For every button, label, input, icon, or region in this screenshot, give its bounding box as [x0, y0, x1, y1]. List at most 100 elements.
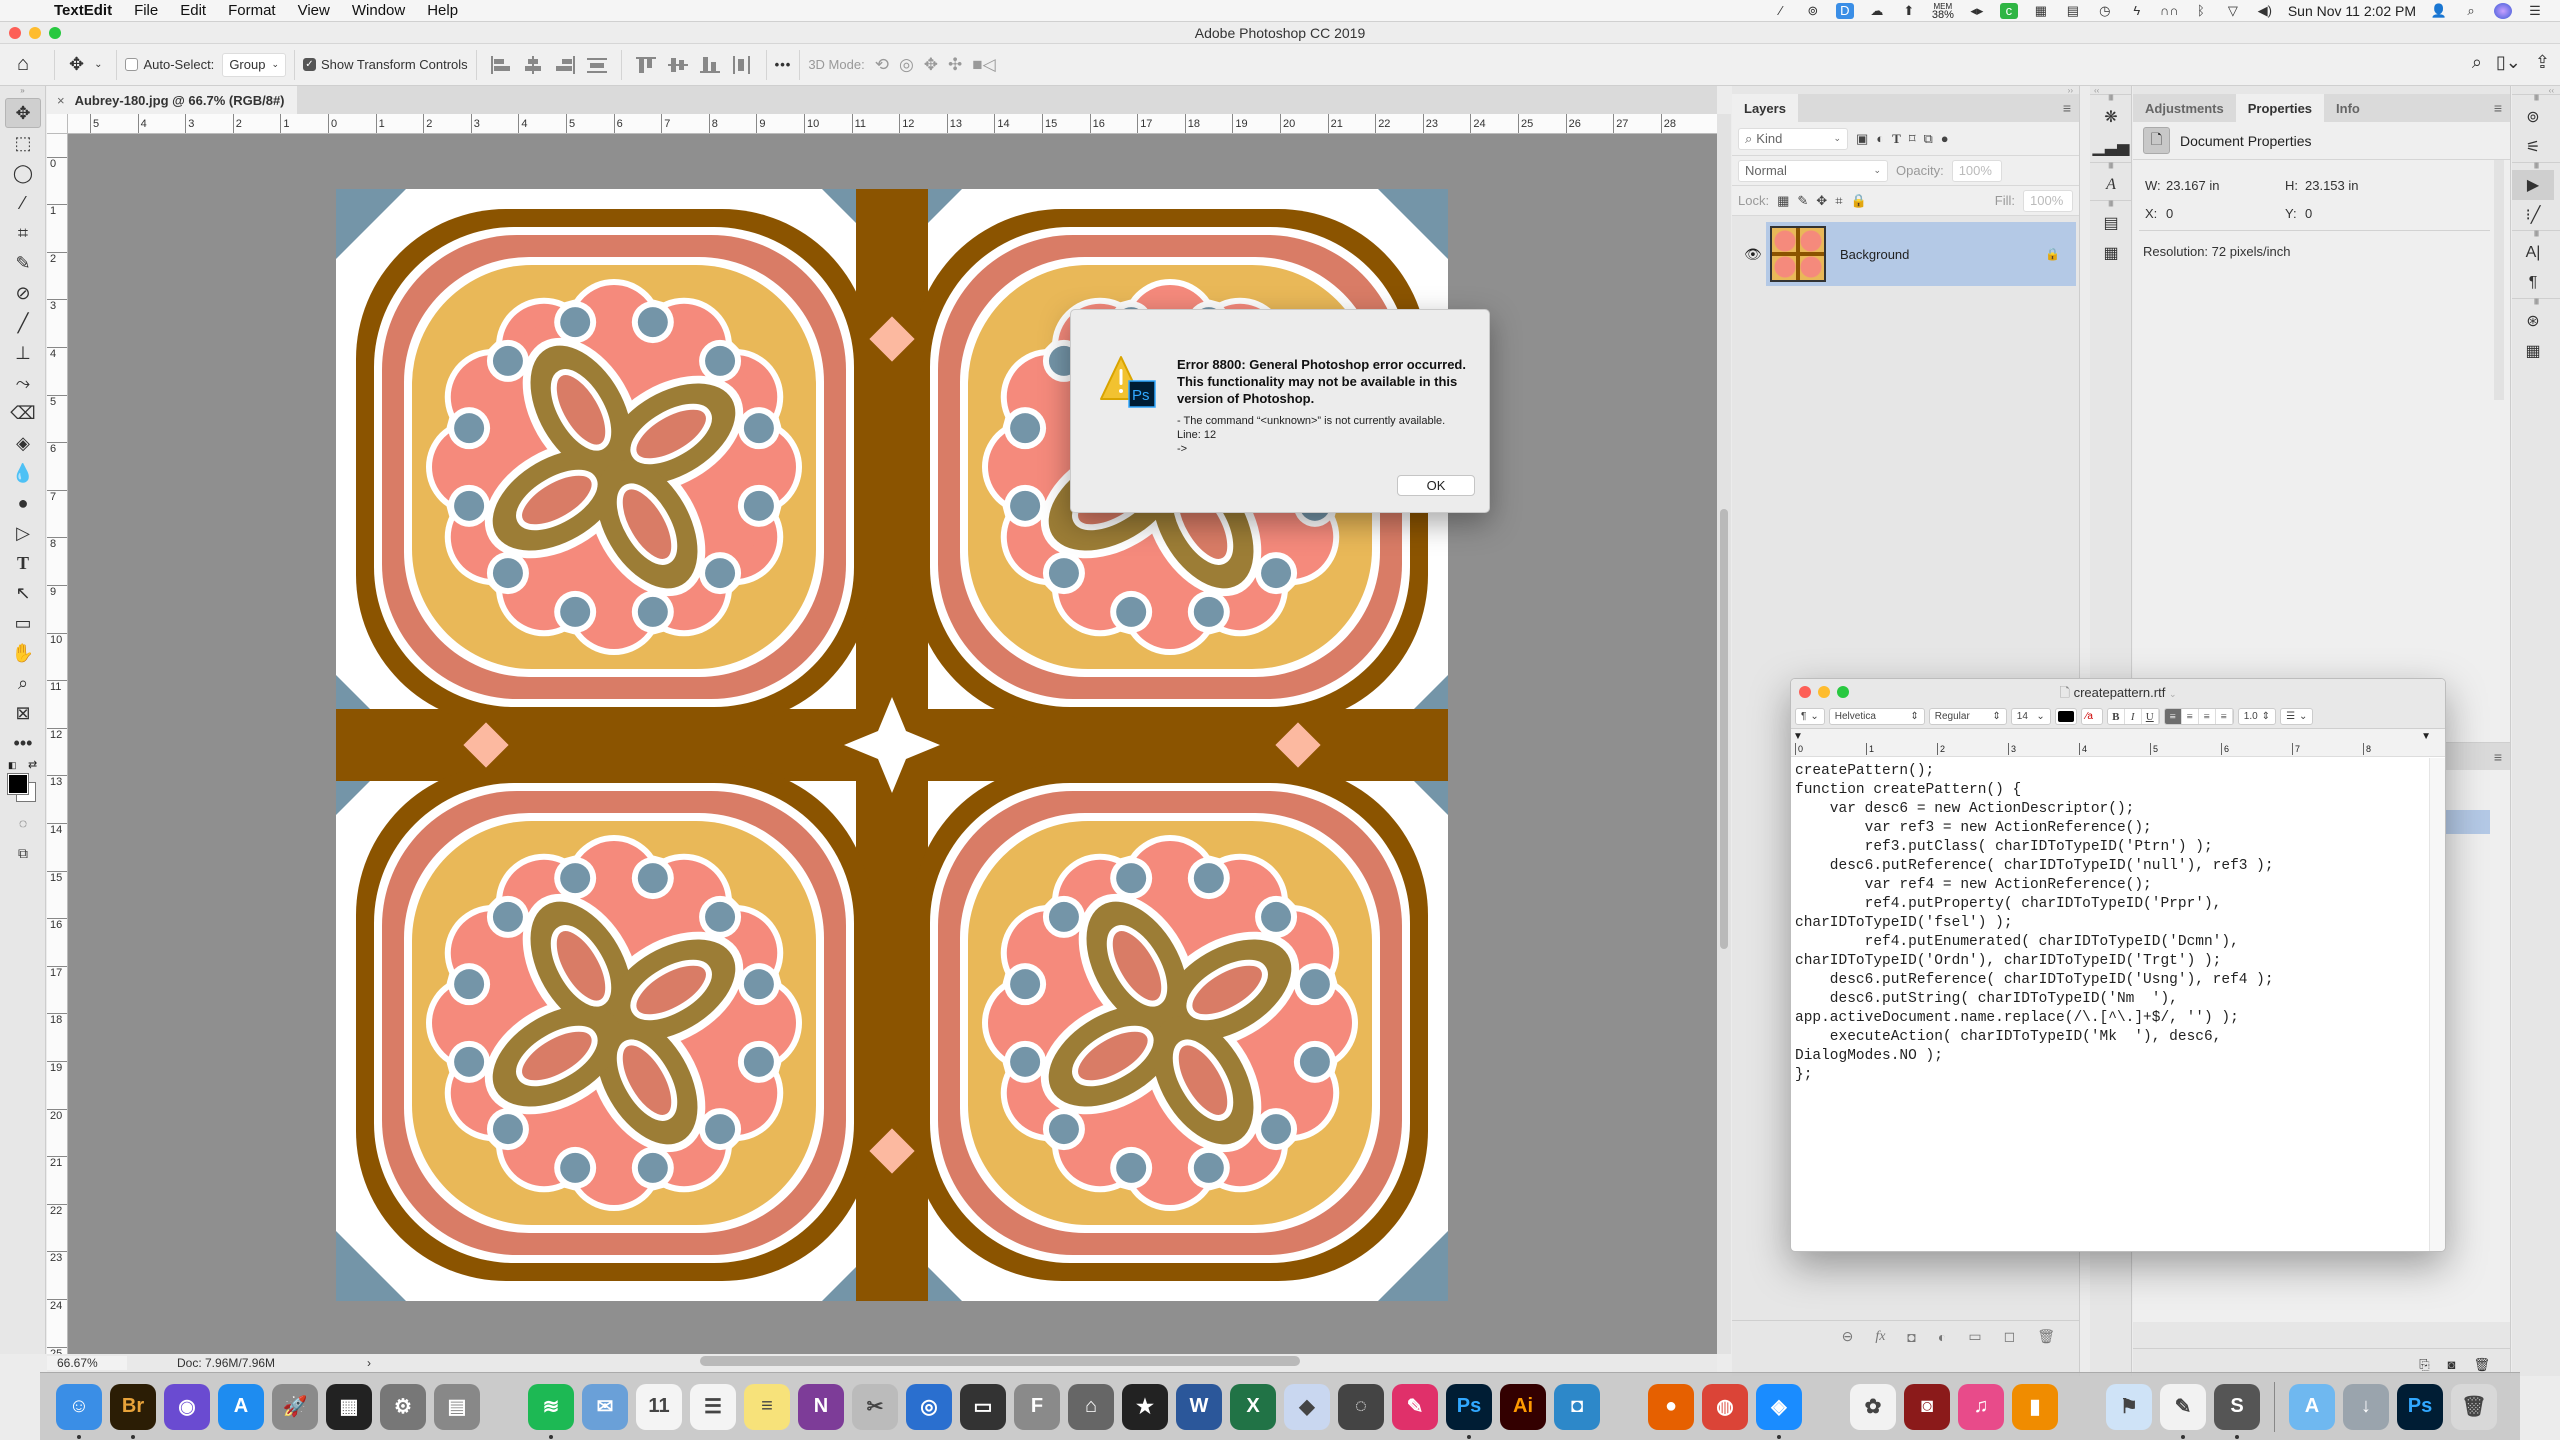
layer-row-background[interactable]: Background 🔒 — [1766, 222, 2076, 286]
new-group-icon[interactable]: ▭ — [1968, 1328, 1981, 1345]
clone-stamp-tool[interactable]: ⊥ — [5, 338, 41, 368]
3d-pan-icon[interactable]: ✥ — [924, 55, 938, 75]
lock-transparent-icon[interactable]: ▦ — [1777, 193, 1789, 209]
expand-panels-icon[interactable]: ‹‹ — [2090, 86, 2131, 95]
binoculars-icon[interactable]: ∩∩ — [2160, 3, 2179, 19]
home-button[interactable]: ⌂ — [0, 51, 46, 79]
zoom-level[interactable]: 66.67% — [47, 1356, 127, 1370]
layer-visibility-eye-icon[interactable]: 👁 — [1744, 246, 1762, 263]
filter-type-icon[interactable]: T — [1892, 131, 1901, 147]
tab-properties[interactable]: Properties — [2235, 94, 2325, 122]
bold-button[interactable]: B — [2107, 709, 2125, 724]
fill-input[interactable]: 100% — [2023, 189, 2073, 212]
collapse-panels-icon[interactable]: ‹‹ — [2512, 86, 2560, 95]
dock-app-applications[interactable]: A — [2289, 1383, 2335, 1430]
document-tab[interactable]: × Aubrey-180.jpg @ 66.7% (RGB/8#) — [47, 86, 297, 114]
show-transform-controls-checkbox[interactable]: ✓ Show Transform Controls — [303, 57, 468, 72]
auto-select-checkbox[interactable]: Auto-Select: — [125, 57, 214, 72]
align-vertical-centers-icon[interactable] — [667, 56, 689, 74]
align-left-button[interactable]: ≡ — [2164, 709, 2182, 724]
lasso-tool[interactable]: ◯ — [5, 158, 41, 188]
filter-pixel-icon[interactable]: ▣ — [1856, 131, 1868, 147]
menubar-clock[interactable]: Sun Nov 11 2:02 PM — [2288, 3, 2416, 19]
text-color-well[interactable] — [2054, 708, 2077, 725]
zoom-tool[interactable]: ⌕ — [5, 668, 41, 698]
dock-app-firefox[interactable]: ● — [1648, 1383, 1694, 1430]
dodge-tool[interactable]: ● — [5, 488, 41, 518]
libraries-icon[interactable]: ▤ — [2090, 208, 2132, 238]
lock-artboard-icon[interactable]: ⌗ — [1835, 193, 1842, 209]
paragraph-styles-button[interactable]: ¶ ⌄ — [1795, 708, 1825, 725]
paragraph-icon[interactable]: ¶ — [2512, 268, 2554, 298]
3d-icon[interactable]: ⊛ — [2512, 306, 2554, 336]
font-size-combo[interactable]: 14 ⌄ — [2010, 708, 2051, 725]
status-menu-arrow[interactable]: › — [367, 1356, 371, 1370]
underline-button[interactable]: U — [2141, 709, 2159, 724]
pen-tool[interactable]: ▷ — [5, 518, 41, 548]
notification-center-icon[interactable]: ☰ — [2526, 3, 2544, 19]
justify-button[interactable]: ≡ — [2215, 709, 2233, 724]
share-icon[interactable]: ⇪ — [2535, 52, 2550, 73]
brush-presets-icon[interactable]: ⁝╱ — [2512, 200, 2554, 230]
glyphs-icon[interactable]: A — [2090, 170, 2132, 200]
type-tool[interactable]: T — [5, 548, 41, 578]
horizontal-ruler[interactable]: 5 4 3 2 1 0 1 2 3 4 5 6 7 8 9 10 11 12 13 14 15 16 17 18 19 20 21 2… — [68, 114, 1717, 134]
align-center-button[interactable]: ≡ — [2181, 709, 2199, 724]
brush-tool[interactable]: ╱ — [5, 308, 41, 338]
dock-app-downloads[interactable]: ↓ — [2343, 1383, 2389, 1430]
3d-roll-icon[interactable]: ◎ — [899, 55, 914, 75]
dock-app-imovie[interactable]: ★ — [1122, 1383, 1168, 1430]
navigator-icon[interactable]: ❋ — [2090, 102, 2132, 132]
scrollbar-thumb[interactable] — [700, 1356, 1300, 1366]
adjustment-layer-icon[interactable]: ◐ — [1938, 1329, 1946, 1345]
lock-all-icon[interactable]: 🔒 — [1851, 193, 1867, 209]
panel-menu-icon[interactable]: ≡ — [2494, 100, 2502, 116]
siri-icon[interactable] — [2494, 3, 2512, 19]
dock-app-directory-utility[interactable]: ⚑ — [2106, 1383, 2152, 1430]
dock-app-textedit[interactable]: ✎ — [2160, 1383, 2206, 1439]
distribute-horizontal-icon[interactable] — [586, 56, 608, 74]
menu-edit[interactable]: Edit — [180, 2, 206, 19]
align-left-edges-icon[interactable] — [490, 55, 512, 74]
wifi-icon[interactable]: ▽ — [2224, 3, 2242, 19]
more-tools[interactable]: ••• — [5, 728, 41, 758]
spotlight-icon[interactable]: ⌕ — [2462, 3, 2480, 19]
height-value[interactable]: 23.153 in — [2305, 178, 2359, 193]
ruler-origin[interactable] — [47, 114, 68, 134]
swap-colors-icon[interactable]: ⇄ — [28, 758, 37, 771]
menu-file[interactable]: File — [134, 2, 158, 19]
close-tab-icon[interactable]: × — [57, 93, 65, 108]
scrollbar-thumb[interactable] — [1720, 509, 1728, 949]
dock-app-scissors[interactable]: ✂ — [852, 1383, 898, 1430]
dock-app-paint[interactable]: ✎ — [1392, 1383, 1438, 1430]
y-value[interactable]: 0 — [2305, 206, 2312, 221]
memory-icon[interactable]: MEM 38% — [1932, 2, 1954, 20]
path-selection-tool[interactable]: ↖ — [5, 578, 41, 608]
time-machine-icon[interactable]: ◷ — [2096, 3, 2114, 19]
canvas-horizontal-scrollbar[interactable] — [700, 1356, 1300, 1368]
dock-app-excel[interactable]: X — [1230, 1383, 1276, 1430]
lock-image-icon[interactable]: ✎ — [1797, 193, 1808, 209]
textedit-scrollbar[interactable] — [2429, 758, 2445, 1251]
canvas-vertical-scrollbar[interactable] — [1717, 114, 1731, 1354]
textedit-ruler[interactable]: ▼ ▼ 0 1 2 3 4 5 6 7 8 — [1791, 729, 2445, 757]
sheet-icon[interactable]: ▤ — [2064, 3, 2082, 19]
dock-app-word[interactable]: W — [1176, 1383, 1222, 1430]
dock-app-spotify[interactable]: ≋ — [528, 1383, 574, 1439]
eraser-tool[interactable]: ⌫ — [5, 398, 41, 428]
dock-app-script-editor[interactable]: S — [2214, 1383, 2260, 1439]
dock-app-fontbook[interactable]: F — [1014, 1383, 1060, 1430]
dock-app-screen-sharing[interactable]: ▭ — [960, 1383, 1006, 1430]
dock-app-archive[interactable]: ⌂ — [1068, 1383, 1114, 1430]
checkmark-icon[interactable]: ✓ — [303, 58, 316, 71]
channels-icon[interactable]: ▦ — [2512, 336, 2554, 366]
dock-app-itunes[interactable]: ♫ — [1958, 1383, 2004, 1430]
3d-camera-icon[interactable]: ■◁ — [972, 55, 995, 75]
user-icon[interactable]: 👤 — [2430, 3, 2448, 19]
filter-shape-icon[interactable]: ⌑ — [1909, 131, 1916, 147]
notes-icon[interactable]: ▦ — [2090, 238, 2132, 268]
marquee-tool[interactable]: ⬚ — [5, 128, 41, 158]
collapse-toolbar-icon[interactable]: » — [0, 86, 45, 98]
dock-app-photos[interactable]: ✿ — [1850, 1383, 1896, 1430]
3d-orbit-icon[interactable]: ⟲ — [875, 55, 889, 75]
